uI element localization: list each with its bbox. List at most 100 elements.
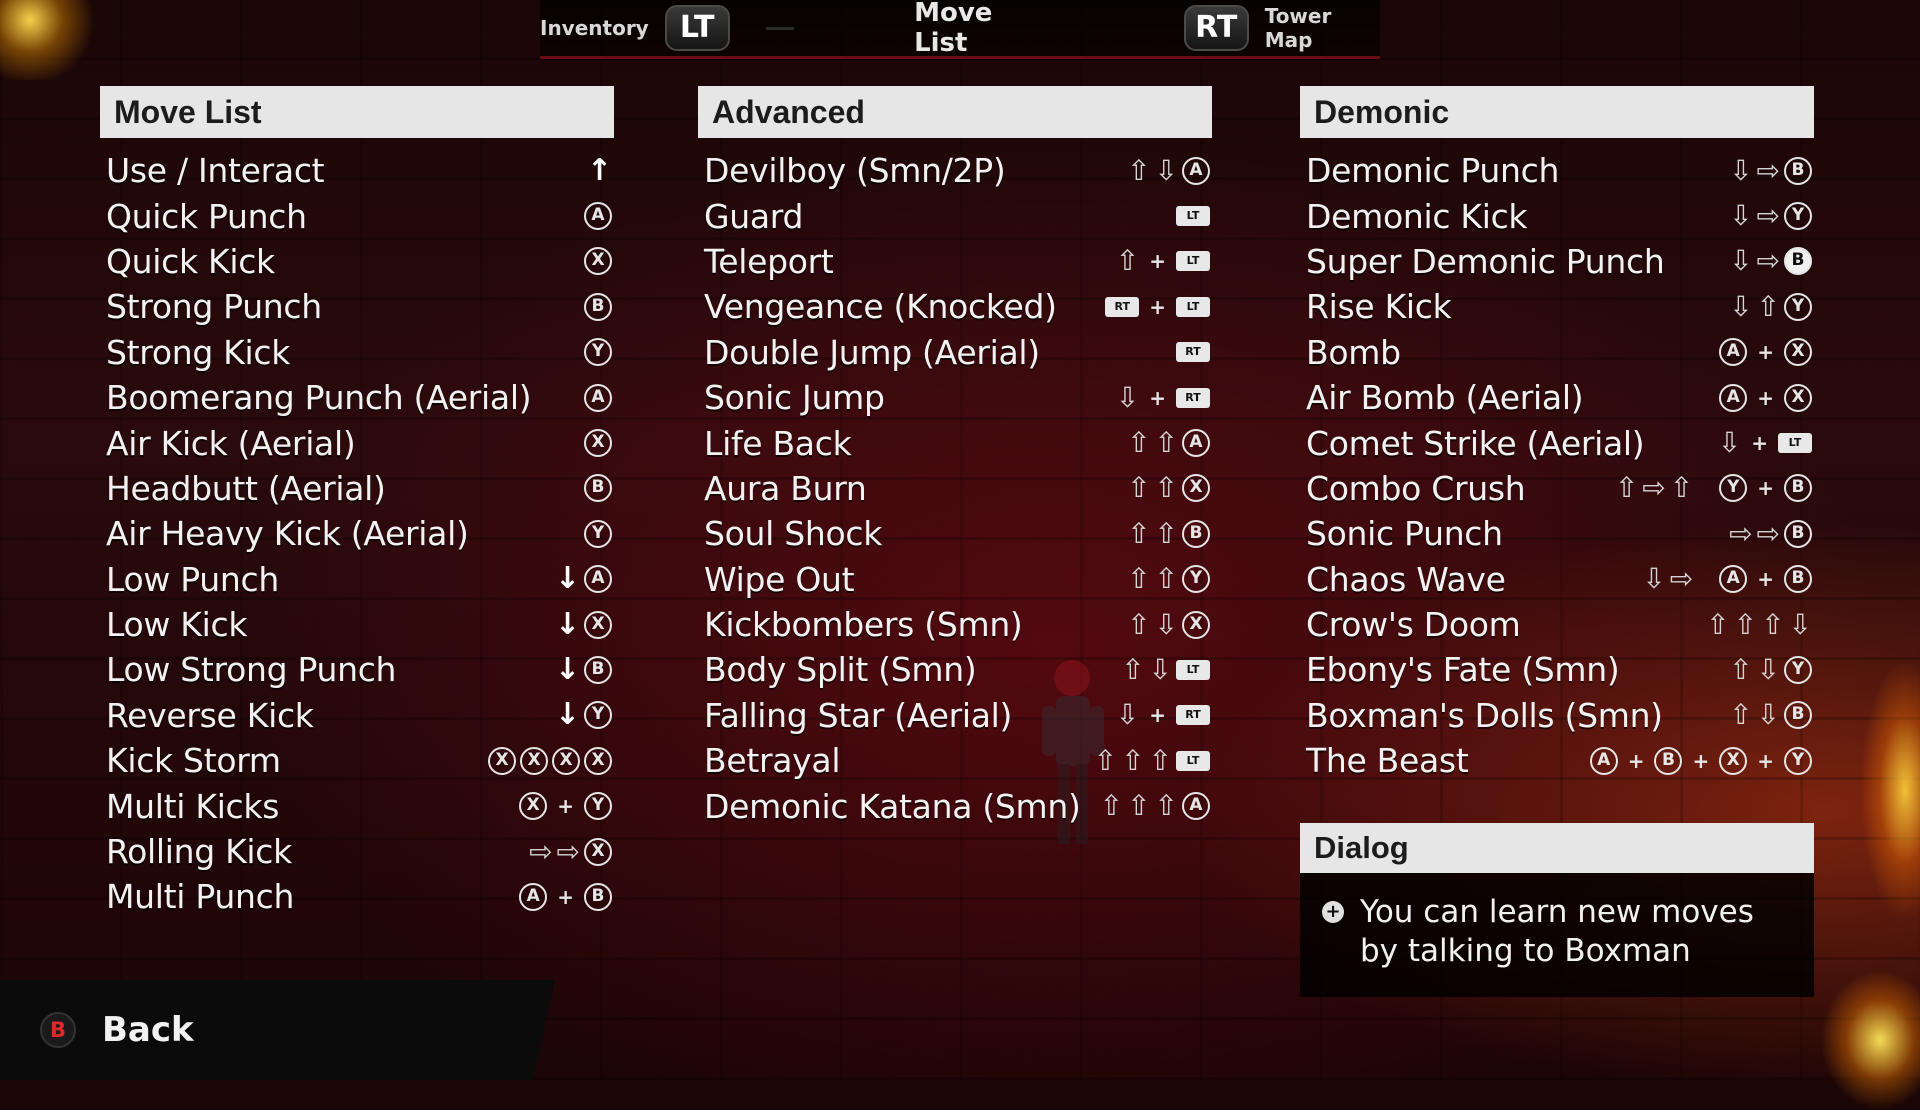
- a-button-icon: A: [1719, 383, 1748, 412]
- up-arrow-icon: ⇧: [1761, 607, 1785, 641]
- move-inputs: B: [584, 292, 612, 321]
- move-inputs: ↓ B: [554, 651, 612, 687]
- rt-trigger-icon: RT: [1176, 342, 1210, 363]
- move-inputs: ⇧ ⇩ Y: [1729, 652, 1812, 686]
- down-solid-arrow-icon: ↓: [554, 651, 580, 687]
- nav-divider: [765, 26, 795, 30]
- lt-trigger-icon: LT: [1176, 206, 1210, 227]
- up-arrow-icon: ⇧: [1154, 516, 1178, 550]
- move-name: Comet Strike (Aerial): [1306, 423, 1645, 463]
- y-button-icon: Y: [1784, 655, 1812, 684]
- move-inputs: ↓ A: [555, 564, 612, 594]
- move-name: Wipe Out: [704, 559, 855, 599]
- down-arrow-icon: ⇩: [1756, 652, 1780, 686]
- tab-tower-map[interactable]: Tower Map: [1265, 4, 1380, 52]
- move-name: Rolling Kick: [106, 832, 292, 872]
- down-arrow-icon: ⇩: [1729, 153, 1753, 187]
- tab-move-list[interactable]: Move List: [914, 0, 1048, 58]
- down-arrow-icon: ⇩: [1148, 652, 1172, 686]
- down-arrow-icon: ⇩: [1729, 199, 1753, 233]
- move-row: Body Split (Smn) ⇧ ⇩ LT: [698, 647, 1212, 692]
- move-name: Air Bomb (Aerial): [1306, 378, 1584, 418]
- y-button-icon: Y: [1719, 474, 1748, 503]
- plus-sign: +: [1757, 340, 1774, 365]
- move-inputs: A + X: [1719, 338, 1812, 367]
- move-name: Aura Burn: [704, 468, 867, 508]
- lt-trigger-icon[interactable]: LT: [664, 5, 730, 51]
- move-inputs: ⇧ + LT: [1116, 247, 1210, 275]
- b-button-icon: B: [584, 655, 612, 684]
- a-button-icon: A: [1182, 429, 1210, 458]
- b-button-icon[interactable]: B: [40, 1012, 76, 1048]
- dialog-text: You can learn new moves by talking to Bo…: [1360, 894, 1754, 969]
- move-row: Sonic Jump ⇩ + RT: [698, 375, 1212, 420]
- up-arrow-icon: ⇧: [1115, 244, 1140, 278]
- up-arrow-icon: ⇧: [1127, 471, 1151, 505]
- move-name: Boomerang Punch (Aerial): [106, 378, 532, 418]
- move-name: Multi Punch: [106, 877, 295, 917]
- up-arrow-icon: ⇧: [1729, 698, 1753, 732]
- move-name: Bomb: [1306, 332, 1401, 372]
- x-button-icon: X: [520, 746, 548, 775]
- lt-trigger-icon: LT: [1176, 251, 1210, 272]
- move-inputs: A + B: [519, 882, 612, 911]
- rt-trigger-icon[interactable]: RT: [1183, 5, 1249, 51]
- up-arrow-icon: ⇧: [1121, 652, 1145, 686]
- b-button-icon: B: [584, 474, 612, 503]
- lt-trigger-icon: LT: [1176, 659, 1210, 680]
- move-row: Crow's Doom ⇧ ⇧ ⇧ ⇩: [1300, 602, 1814, 647]
- move-row: Soul Shock ⇧ ⇧ B: [698, 511, 1212, 556]
- move-name: Strong Kick: [106, 332, 291, 372]
- move-row: Quick Punch A: [100, 193, 614, 238]
- down-solid-arrow-icon: ↓: [554, 697, 580, 733]
- move-inputs: ⇧ ⇧ Y: [1127, 562, 1210, 596]
- rt-trigger-icon: RT: [1176, 387, 1210, 408]
- up-arrow-icon: ⇧: [1121, 743, 1145, 777]
- up-arrow-icon: ⇧: [1127, 607, 1151, 641]
- move-row: Use / Interact ↑: [100, 148, 614, 193]
- panel-header-dialog: Dialog: [1300, 823, 1814, 873]
- plus-sign: +: [557, 884, 574, 909]
- plus-sign: +: [1149, 385, 1166, 410]
- move-inputs: LT: [1176, 206, 1210, 227]
- move-inputs: ⇧ ⇧ A: [1127, 429, 1210, 458]
- move-row: Kick Storm X X X X: [100, 738, 614, 783]
- move-inputs: A: [584, 383, 612, 412]
- up-arrow-icon: ⇧: [1154, 562, 1178, 596]
- dialog-panel: Dialog + You can learn new moves by talk…: [1300, 823, 1814, 997]
- move-inputs: ⇩ ⇨ B: [1729, 247, 1812, 276]
- x-button-icon: X: [1182, 474, 1210, 503]
- plus-sign: +: [1627, 748, 1645, 773]
- move-inputs: ↓ Y: [554, 697, 612, 733]
- a-button-icon: A: [1182, 792, 1210, 821]
- move-name: Chaos Wave: [1306, 559, 1506, 599]
- move-inputs: ⇧ ⇧ ⇧ LT: [1094, 743, 1210, 777]
- a-button-icon: A: [1719, 338, 1748, 367]
- move-row: Kickbombers (Smn) ⇧ ⇩ X: [698, 602, 1212, 647]
- a-button-icon: A: [1589, 746, 1618, 775]
- move-inputs: ⇩ ⇨ Y: [1729, 199, 1812, 233]
- move-name: Teleport: [704, 241, 834, 281]
- move-name: Devilboy (Smn/2P): [704, 151, 1006, 191]
- x-button-icon: X: [519, 792, 548, 821]
- plus-sign: +: [1757, 748, 1774, 773]
- plus-sign: +: [1757, 567, 1774, 592]
- x-button-icon: X: [488, 746, 516, 775]
- move-row: Low Strong Punch ↓ B: [100, 647, 614, 692]
- move-row: Bomb A + X: [1300, 330, 1814, 375]
- move-inputs: ⇩ + RT: [1116, 383, 1210, 412]
- move-row: Headbutt (Aerial) B: [100, 466, 614, 511]
- down-arrow-icon: ⇩: [1788, 607, 1812, 641]
- lt-trigger-icon: LT: [1176, 750, 1210, 771]
- move-name: Quick Kick: [106, 241, 275, 281]
- x-button-icon: X: [1182, 610, 1210, 639]
- down-arrow-icon: ⇩: [1729, 289, 1753, 323]
- move-inputs: B: [584, 474, 612, 503]
- back-button-label[interactable]: Back: [102, 1010, 194, 1050]
- tab-inventory[interactable]: Inventory: [540, 16, 649, 40]
- right-arrow-icon: ⇨: [1729, 516, 1753, 550]
- lt-trigger-icon: LT: [1778, 433, 1812, 454]
- move-row: Low Punch ↓ A: [100, 557, 614, 602]
- back-bar[interactable]: B Back: [0, 980, 555, 1080]
- up-solid-arrow-icon: ↑: [586, 152, 612, 188]
